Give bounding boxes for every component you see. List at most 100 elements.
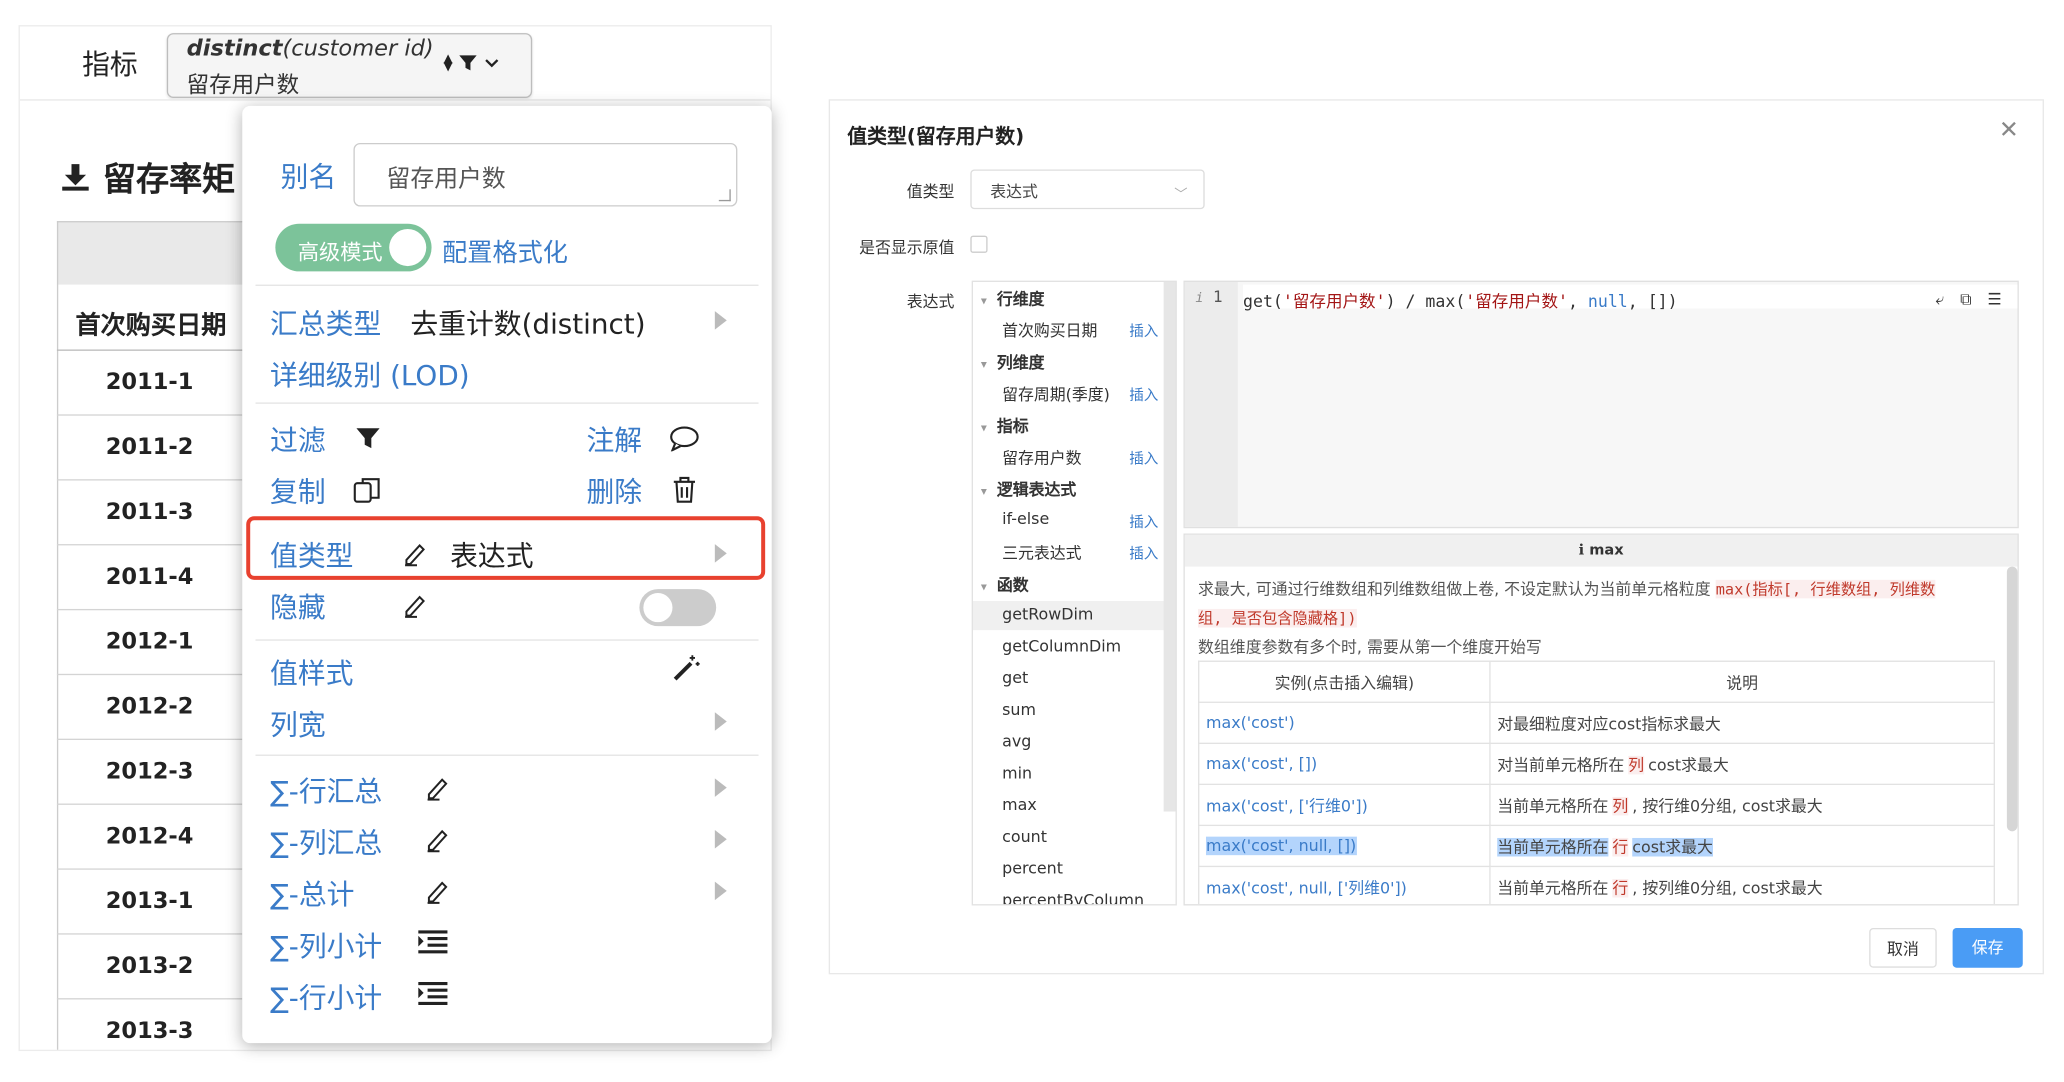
show-raw-label: 是否显示原值 xyxy=(859,238,955,257)
info-icon: ℹ xyxy=(1578,541,1585,559)
advanced-mode-toggle[interactable]: 高级模式 xyxy=(275,223,432,272)
menu-delete[interactable]: 删除 xyxy=(586,471,642,511)
menu-agg-type[interactable]: 汇总类型 xyxy=(270,303,381,343)
table-row: 2013-3 xyxy=(57,999,242,1049)
menu-col-width[interactable]: 列宽 xyxy=(270,704,326,744)
example-code[interactable]: max('cost', []) xyxy=(1206,755,1317,774)
pill-func: distinct(customer id) xyxy=(186,35,434,63)
magic-wand-icon xyxy=(673,655,700,681)
tree-group[interactable]: ▾ 列维度 xyxy=(981,351,1045,374)
example-code[interactable]: max('cost', ['行维0']) xyxy=(1206,796,1368,815)
tree-group[interactable]: ▾ 函数 xyxy=(981,573,1029,596)
caret-down-icon: ▾ xyxy=(980,485,987,500)
code-editor[interactable]: i 1 get('留存用户数') / max('留存用户数', null, []… xyxy=(1183,280,2019,529)
filter-icon[interactable] xyxy=(458,53,478,73)
menu-copy[interactable]: 复制 xyxy=(270,471,326,511)
example-row[interactable]: max('cost', null, ['列维0']) 当前单元格所在行, 按列维0… xyxy=(1198,865,1995,905)
doc-scrollbar[interactable] xyxy=(2006,566,2018,832)
save-button[interactable]: 保存 xyxy=(1952,927,2023,968)
tree-item[interactable]: get xyxy=(973,665,1165,694)
table-row: 2011-3 xyxy=(56,481,243,546)
menu-row-subtotal[interactable]: ∑-行小计 xyxy=(270,977,382,1017)
tree-group[interactable]: ▾ 指标 xyxy=(981,414,1029,437)
tree-item[interactable]: sum xyxy=(973,696,1165,725)
th-example: 实例(点击插入编辑) xyxy=(1198,660,1491,703)
line-number: i 1 xyxy=(1195,287,1223,306)
measure-pill[interactable]: distinct(customer id) 留存用户数 ▲ ▼ xyxy=(166,33,533,100)
tree-item[interactable]: percentByColumn xyxy=(973,887,1165,904)
scope-tag: 行 xyxy=(1612,837,1629,856)
example-row[interactable]: max('cost') 对最细粒度对应cost指标求最大 xyxy=(1198,701,1995,744)
th-desc: 说明 xyxy=(1489,660,1995,703)
example-row[interactable]: max('cost', ['行维0']) 当前单元格所在列, 按行维0分组, co… xyxy=(1198,783,1995,827)
example-code[interactable]: max('cost', null, ['列维0']) xyxy=(1206,878,1407,897)
example-code[interactable]: max('cost') xyxy=(1206,714,1295,733)
trash-icon xyxy=(673,476,695,503)
copy-icon xyxy=(353,478,380,503)
cancel-button[interactable]: 取消 xyxy=(1869,927,1937,968)
tree-item[interactable]: min xyxy=(973,760,1165,789)
close-icon[interactable]: ✕ xyxy=(1999,116,2019,144)
show-raw-checkbox[interactable] xyxy=(970,235,988,253)
table-row: 2013-1 xyxy=(56,870,243,935)
comment-icon xyxy=(670,426,699,452)
edit-icon xyxy=(405,543,425,567)
tree-scrollbar[interactable] xyxy=(1163,281,1176,812)
insert-link[interactable]: 插入 xyxy=(1129,320,1158,341)
wrap-icon[interactable]: ⤶ xyxy=(1935,290,1944,310)
agg-type-value: 去重计数(distinct) xyxy=(410,308,646,341)
menu-grand-total[interactable]: ∑-总计 xyxy=(270,874,354,914)
alias-input[interactable]: 留存用户数 xyxy=(353,142,738,207)
caret-down-icon: ▾ xyxy=(980,358,987,372)
edit-icon xyxy=(427,778,448,801)
code-line[interactable]: get('留存用户数') / max('留存用户数', null, []) xyxy=(1243,284,2018,311)
format-icon[interactable]: ☰ xyxy=(1987,290,2001,310)
tree-item[interactable]: percent xyxy=(973,855,1165,884)
column-header: 首次购买日期 xyxy=(75,311,227,341)
menu-col-total[interactable]: ∑-列汇总 xyxy=(270,822,382,862)
pill-name: 留存用户数 xyxy=(186,72,300,100)
menu-col-subtotal[interactable]: ∑-列小计 xyxy=(270,925,382,965)
menu-hide[interactable]: 隐藏 xyxy=(270,586,326,626)
menu-value-type[interactable]: 值类型 xyxy=(270,535,353,575)
insert-link[interactable]: 插入 xyxy=(1129,543,1158,564)
copy-icon[interactable]: ⧉ xyxy=(1960,290,1971,310)
table-row: 2011-4 xyxy=(56,545,243,611)
indicator-label: 指标 xyxy=(82,48,138,81)
example-row[interactable]: max('cost', null, []) 当前单元格所在行 cost求最大 xyxy=(1198,824,1995,868)
edit-icon xyxy=(427,881,448,904)
chevron-down-icon[interactable] xyxy=(483,54,500,71)
example-code[interactable]: max('cost', null, []) xyxy=(1205,836,1357,856)
menu-annotate[interactable]: 注解 xyxy=(586,420,642,460)
menu-value-style[interactable]: 值样式 xyxy=(270,653,353,693)
insert-link[interactable]: 插入 xyxy=(1129,384,1158,405)
measure-menu: 别名 留存用户数 高级模式 配置格式化 汇总类型 去重计数(distinct) … xyxy=(242,105,772,1044)
sort-icon[interactable]: ▲ ▼ xyxy=(443,53,452,73)
tree-group[interactable]: ▾ 逻辑表达式 xyxy=(981,478,1076,501)
hide-toggle[interactable] xyxy=(639,589,717,627)
table-row: 2011-2 xyxy=(56,416,243,481)
download-icon[interactable] xyxy=(60,162,92,194)
insert-link[interactable]: 插入 xyxy=(1129,447,1158,468)
tree-item[interactable]: max xyxy=(973,792,1165,821)
tree-item[interactable]: count xyxy=(973,823,1165,852)
value-type-select[interactable]: 表达式 ﹀ xyxy=(970,169,1205,210)
tree-item[interactable]: getColumnDim xyxy=(973,633,1165,662)
menu-lod[interactable]: 详细级别 (LOD) xyxy=(270,355,470,395)
caret-down-icon: ▾ xyxy=(980,422,987,436)
field-tree: ▾ 行维度 首次购买日期 插入 ▾ 列维度 留存周期(季度) 插入 ▾ 指标 留存用户数 插入 ▾ 逻辑表… xyxy=(971,280,1177,906)
table-row: 2011-1 xyxy=(56,351,243,416)
list-indent-icon xyxy=(418,981,448,1006)
value-type-value: 表达式 xyxy=(450,540,534,572)
tree-item[interactable]: avg xyxy=(973,728,1165,757)
config-format-link[interactable]: 配置格式化 xyxy=(442,233,568,269)
table-row: 2012-2 xyxy=(56,675,243,741)
menu-filter[interactable]: 过滤 xyxy=(270,420,326,460)
insert-link[interactable]: 插入 xyxy=(1129,511,1158,532)
tree-group[interactable]: ▾ 行维度 xyxy=(981,287,1045,310)
tree-item[interactable]: getRowDim xyxy=(972,601,1165,631)
doc-note: 数组维度参数有多个时, 需要从第一个维度开始写 xyxy=(1198,638,1542,657)
menu-row-total[interactable]: ∑-行汇总 xyxy=(270,770,382,810)
example-row[interactable]: max('cost', []) 对当前单元格所在列 cost求最大 xyxy=(1198,742,1995,786)
doc-title: ℹ max xyxy=(1184,534,2018,567)
